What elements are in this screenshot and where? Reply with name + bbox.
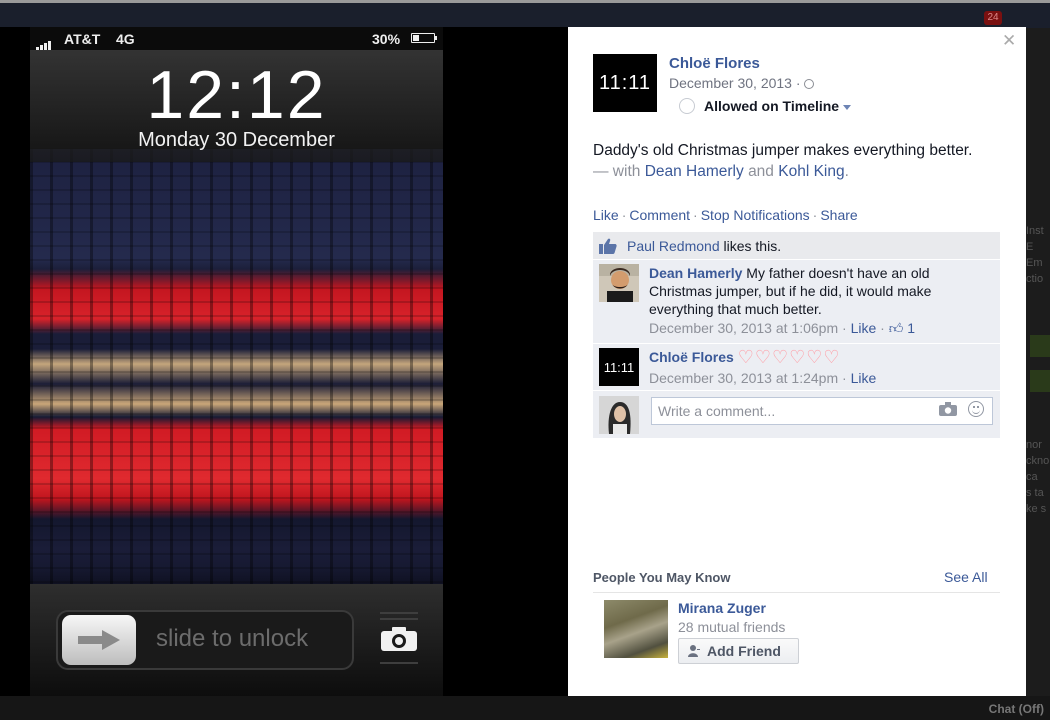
commenter-avatar[interactable]: 11:11 xyxy=(599,348,639,386)
knit-sweater-wallpaper xyxy=(30,149,443,611)
background-top-bar: 24 xyxy=(0,0,1050,28)
signal-bars-icon xyxy=(36,34,52,50)
current-user-avatar xyxy=(599,396,639,434)
allowed-on-timeline-dropdown[interactable]: Allowed on Timeline xyxy=(704,98,852,114)
battery-percent: 30% xyxy=(372,31,401,47)
mutual-friends-count[interactable]: 28 mutual friends xyxy=(678,619,785,635)
add-friend-button[interactable]: Add Friend xyxy=(678,638,799,664)
lock-screen-time: 12:12 xyxy=(146,57,327,133)
iphone-lock-screen: AT&T 4G 30% 12:12 Monday 30 December sli… xyxy=(30,27,443,696)
comment-item: Dean Hamerly My father doesn't have an o… xyxy=(593,259,1000,343)
timeline-radio[interactable] xyxy=(679,98,695,114)
liker-name-link[interactable]: Paul Redmond xyxy=(627,238,720,254)
status-bar: AT&T 4G 30% xyxy=(30,27,443,50)
post-text: Daddy's old Christmas jumper makes every… xyxy=(593,142,973,159)
photo-viewer[interactable]: AT&T 4G 30% 12:12 Monday 30 December sli… xyxy=(0,27,568,696)
globe-icon[interactable] xyxy=(803,79,814,90)
see-all-link[interactable]: See All xyxy=(944,569,988,585)
carrier-label: AT&T xyxy=(64,31,101,47)
chat-off-label[interactable]: Chat (Off) xyxy=(989,702,1044,716)
notification-badge: 24 xyxy=(984,11,1002,25)
suggested-friend-name[interactable]: Mirana Zuger xyxy=(678,600,766,616)
hearts-emoji: ♡♡♡♡♡♡ xyxy=(737,347,841,367)
lock-screen-date: Monday 30 December xyxy=(138,129,335,151)
share-link[interactable]: Share xyxy=(820,207,857,223)
people-you-may-know-title: People You May Know xyxy=(593,570,731,585)
background-bottom-bar: Chat (Off) xyxy=(0,696,1050,720)
slide-to-unlock-knob[interactable] xyxy=(62,615,136,665)
author-name-link[interactable]: Chloë Flores xyxy=(669,55,760,72)
comment-like-link[interactable]: Like xyxy=(851,370,877,386)
arrow-right-icon xyxy=(78,630,120,650)
thumbs-up-icon xyxy=(599,238,617,254)
post-side-panel: ✕ 11:11 Chloë Flores December 30, 2013 ·… xyxy=(568,27,1026,696)
camera-icon[interactable] xyxy=(939,402,957,416)
commenter-name-link[interactable]: Chloë Flores xyxy=(649,349,734,365)
commenter-avatar[interactable] xyxy=(599,264,639,302)
network-type: 4G xyxy=(116,31,135,47)
tagged-friend-link[interactable]: Dean Hamerly xyxy=(645,163,744,180)
tagged-friend-link[interactable]: Kohl King xyxy=(778,163,844,180)
background-thumbnail xyxy=(1030,370,1050,392)
author-avatar[interactable]: 11:11 xyxy=(593,54,657,112)
battery-icon xyxy=(411,33,437,43)
camera-icon xyxy=(381,627,417,651)
tagged-friends: — with Dean Hamerly and Kohl King. xyxy=(593,163,849,180)
stop-notifications-link[interactable]: Stop Notifications xyxy=(701,207,810,223)
comment-like-count[interactable]: 👍︎ 1 xyxy=(889,320,915,336)
add-friend-icon xyxy=(688,645,700,657)
caret-down-icon xyxy=(843,104,852,110)
camera-shortcut-button[interactable] xyxy=(380,612,418,668)
emoticon-icon[interactable] xyxy=(968,401,984,417)
background-thumbnail xyxy=(1030,335,1050,357)
comment-link[interactable]: Comment xyxy=(629,207,690,223)
suggested-friend-photo[interactable] xyxy=(604,600,668,658)
comment-meta: December 30, 2013 at 1:06pm · Like · 👍︎ … xyxy=(649,320,916,336)
comment-meta: December 30, 2013 at 1:24pm · Like xyxy=(649,370,877,386)
comment-like-link[interactable]: Like xyxy=(851,320,877,336)
slide-to-unlock-text: slide to unlock xyxy=(156,625,309,652)
post-timestamp: December 30, 2013 · xyxy=(669,75,814,91)
commenter-name-link[interactable]: Dean Hamerly xyxy=(649,265,742,281)
thumbs-up-icon: 👍︎ xyxy=(888,320,904,336)
post-actions: Like · Comment · Stop Notifications · Share xyxy=(593,207,858,223)
close-icon[interactable]: ✕ xyxy=(1002,31,1016,51)
comment-item: 11:11 Chloë Flores ♡♡♡♡♡♡ December 30, 2… xyxy=(593,343,1000,390)
like-link[interactable]: Like xyxy=(593,207,619,223)
likes-summary: Paul Redmond likes this. xyxy=(593,232,1000,259)
write-comment-row: Write a comment... xyxy=(593,390,1000,438)
